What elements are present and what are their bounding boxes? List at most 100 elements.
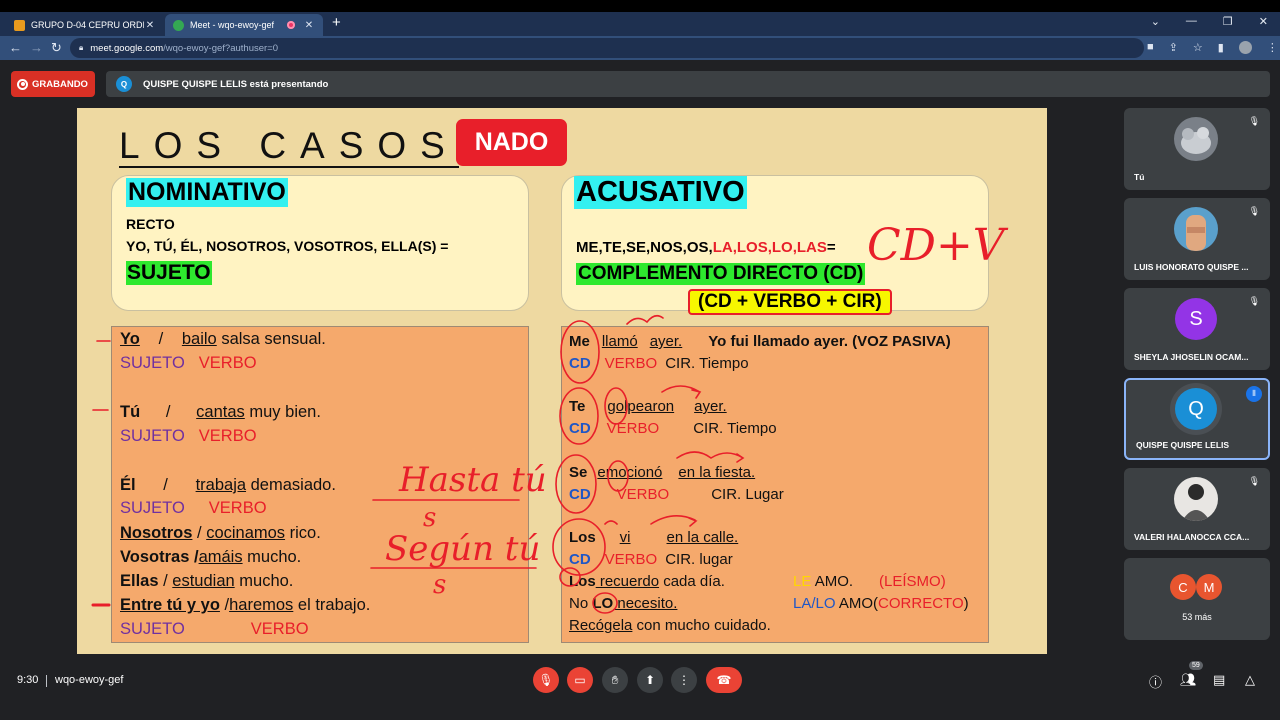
info-icon[interactable]: ⓘ [1149, 672, 1162, 691]
presenter-text: QUISPE QUISPE LELIS está presentando [143, 78, 329, 90]
more-participants-tile[interactable]: C M 53 más [1124, 558, 1270, 640]
recording-label: GRABANDO [32, 78, 88, 90]
handwriting-layer: CD+V Hasta tú s Según tú s [91, 220, 1009, 614]
arrow-stroke [676, 451, 745, 463]
tab-title: Meet - wqo-ewoy-gef [190, 20, 275, 30]
presentation-slide: LOS CASOS NADO NOMINATIVO RECTO YO, TÚ, … [77, 108, 1047, 654]
url-host: meet.google.com [90, 42, 164, 54]
sidebar-icon[interactable]: ▮ [1218, 41, 1224, 54]
avatar: Q [1175, 388, 1217, 430]
menu-kebab-icon[interactable]: ⋮ [1267, 41, 1278, 54]
participant-count-badge: 59 [1189, 661, 1203, 670]
recording-badge[interactable]: GRABANDO [11, 71, 95, 97]
avatar [1174, 207, 1218, 251]
participant-tile-sheyla[interactable]: 🎙︎ S SHEYLA JHOSELIN OCAM... [1124, 288, 1270, 370]
classroom-favicon-icon [14, 19, 25, 31]
camera-toggle-button[interactable]: ▭ [567, 667, 593, 693]
recording-indicator-icon [287, 21, 295, 29]
profile-avatar[interactable] [1238, 41, 1252, 54]
participant-name: QUISPE QUISPE LELIS [1136, 440, 1230, 450]
lock-icon: 🔒︎ [79, 43, 84, 52]
bookmark-star-icon[interactable]: ☆ [1193, 41, 1203, 54]
mic-off-icon: 🎙︎ [1248, 476, 1260, 486]
camera-icon[interactable]: ■ [1147, 41, 1154, 54]
speaking-icon: ⦀ [1246, 386, 1262, 402]
avatar [1174, 477, 1218, 521]
circle-te [559, 387, 599, 445]
chat-icon[interactable]: ▤ [1213, 672, 1225, 688]
record-icon [17, 78, 28, 90]
more-participants-label: 53 más [1182, 612, 1212, 622]
tab-meet[interactable]: Meet - wqo-ewoy-gef ✕ [165, 14, 323, 36]
circle-los-2 [559, 567, 581, 587]
participant-name: Tú [1134, 172, 1145, 182]
participant-tile-luis[interactable]: 🎙︎ LUIS HONORATO QUISPE ... [1124, 198, 1270, 280]
tab-grupo[interactable]: GRUPO D-04 CEPRU ORDINARIO ✕ [6, 14, 164, 36]
circle-golpearon [604, 387, 628, 425]
present-screen-icon: ⬆ [644, 673, 656, 687]
participant-tile-you[interactable]: 🎙︎ Tú [1124, 108, 1270, 190]
handwriting-hasta: Hasta tú [398, 460, 547, 500]
meeting-code: wqo-ewoy-gef [55, 674, 124, 686]
participant-tile-valeri[interactable]: 🎙︎ VALERI HALANOCCA CCA... [1124, 468, 1270, 550]
browser-tab-bar: GRUPO D-04 CEPRU ORDINARIO ✕ Meet - wqo-… [0, 12, 1280, 36]
mic-off-icon: 🎙︎ [1248, 206, 1260, 216]
mic-off-icon: 🎙︎ [538, 673, 554, 687]
top-strip [0, 0, 1280, 12]
minimize-icon[interactable]: — [1186, 15, 1197, 28]
camera-off-icon: ▭ [574, 673, 586, 687]
close-window-icon[interactable]: ✕ [1259, 15, 1268, 28]
meet-favicon-icon [173, 19, 184, 31]
arrow-stroke [661, 385, 702, 399]
window-controls: ⌄ — ❐ ✕ [1151, 15, 1268, 28]
toolbar-icons: ■ ⇪ ☆ ▮ ⋮ [1147, 41, 1278, 54]
presenter-bar: Q QUISPE QUISPE LELIS está presentando [106, 71, 1270, 97]
more-options-button[interactable]: ⋮ [671, 667, 697, 693]
hang-up-icon: ☎︎ [716, 673, 732, 687]
tab-search-icon[interactable]: ⌄ [1151, 15, 1160, 28]
url-bar[interactable]: 🔒︎ meet.google.com /wqo-ewoy-gef?authuse… [70, 38, 1144, 58]
participant-name: SHEYLA JHOSELIN OCAM... [1134, 352, 1249, 362]
new-tab-button[interactable]: + [332, 14, 341, 31]
participant-name: LUIS HONORATO QUISPE ... [1134, 262, 1249, 272]
presenter-avatar: Q [116, 76, 132, 92]
back-icon[interactable]: ← [9, 40, 22, 55]
tab-close-icon[interactable]: ✕ [303, 20, 315, 31]
circle-lo [592, 592, 618, 614]
mic-off-icon: 🎙︎ [1248, 296, 1260, 306]
screen: GRUPO D-04 CEPRU ORDINARIO ✕ Meet - wqo-… [0, 0, 1280, 720]
meeting-time: 9:30 [17, 674, 39, 686]
handwriting-s2: s [433, 570, 446, 600]
participant-name: VALERI HALANOCCA CCA... [1134, 532, 1250, 542]
people-icon[interactable]: 👥︎ [1180, 672, 1197, 688]
activities-icon[interactable]: △ [1245, 672, 1255, 688]
address-toolbar: ← → ↻ 🔒︎ meet.google.com /wqo-ewoy-gef?a… [0, 36, 1280, 60]
divider [46, 675, 47, 687]
leave-call-button[interactable]: ☎︎ [706, 667, 742, 693]
arrow-stroke [604, 515, 698, 527]
mic-toggle-button[interactable]: 🎙︎ [533, 667, 559, 693]
avatar [1174, 117, 1218, 161]
reload-icon[interactable]: ↻ [51, 40, 62, 56]
maximize-icon[interactable]: ❐ [1223, 15, 1233, 28]
avatar: M [1196, 574, 1222, 600]
circle-se [555, 454, 597, 514]
tab-title: GRUPO D-04 CEPRU ORDINARIO [31, 20, 144, 30]
tab-close-icon[interactable]: ✕ [144, 20, 156, 31]
circle-emociono [607, 460, 629, 492]
handwriting-cdv: CD+V [867, 220, 1009, 271]
mic-off-icon: 🎙︎ [1248, 116, 1260, 126]
avatar: C [1170, 574, 1196, 600]
hand-icon: ✋︎ [611, 672, 619, 687]
circle-me [560, 320, 600, 384]
arrow-stroke [626, 314, 664, 325]
circle-los [552, 518, 606, 576]
handwriting-segun: Según tú [385, 529, 540, 569]
present-button[interactable]: ⬆ [637, 667, 663, 693]
more-vert-icon: ⋮ [678, 673, 690, 687]
forward-icon[interactable]: → [30, 40, 43, 55]
share-icon[interactable]: ⇪ [1169, 41, 1178, 54]
raise-hand-button[interactable]: ✋︎ [602, 667, 628, 693]
url-path: /wqo-ewoy-gef?authuser=0 [163, 42, 279, 54]
participant-tile-quispe[interactable]: ⦀ Q QUISPE QUISPE LELIS [1124, 378, 1270, 460]
